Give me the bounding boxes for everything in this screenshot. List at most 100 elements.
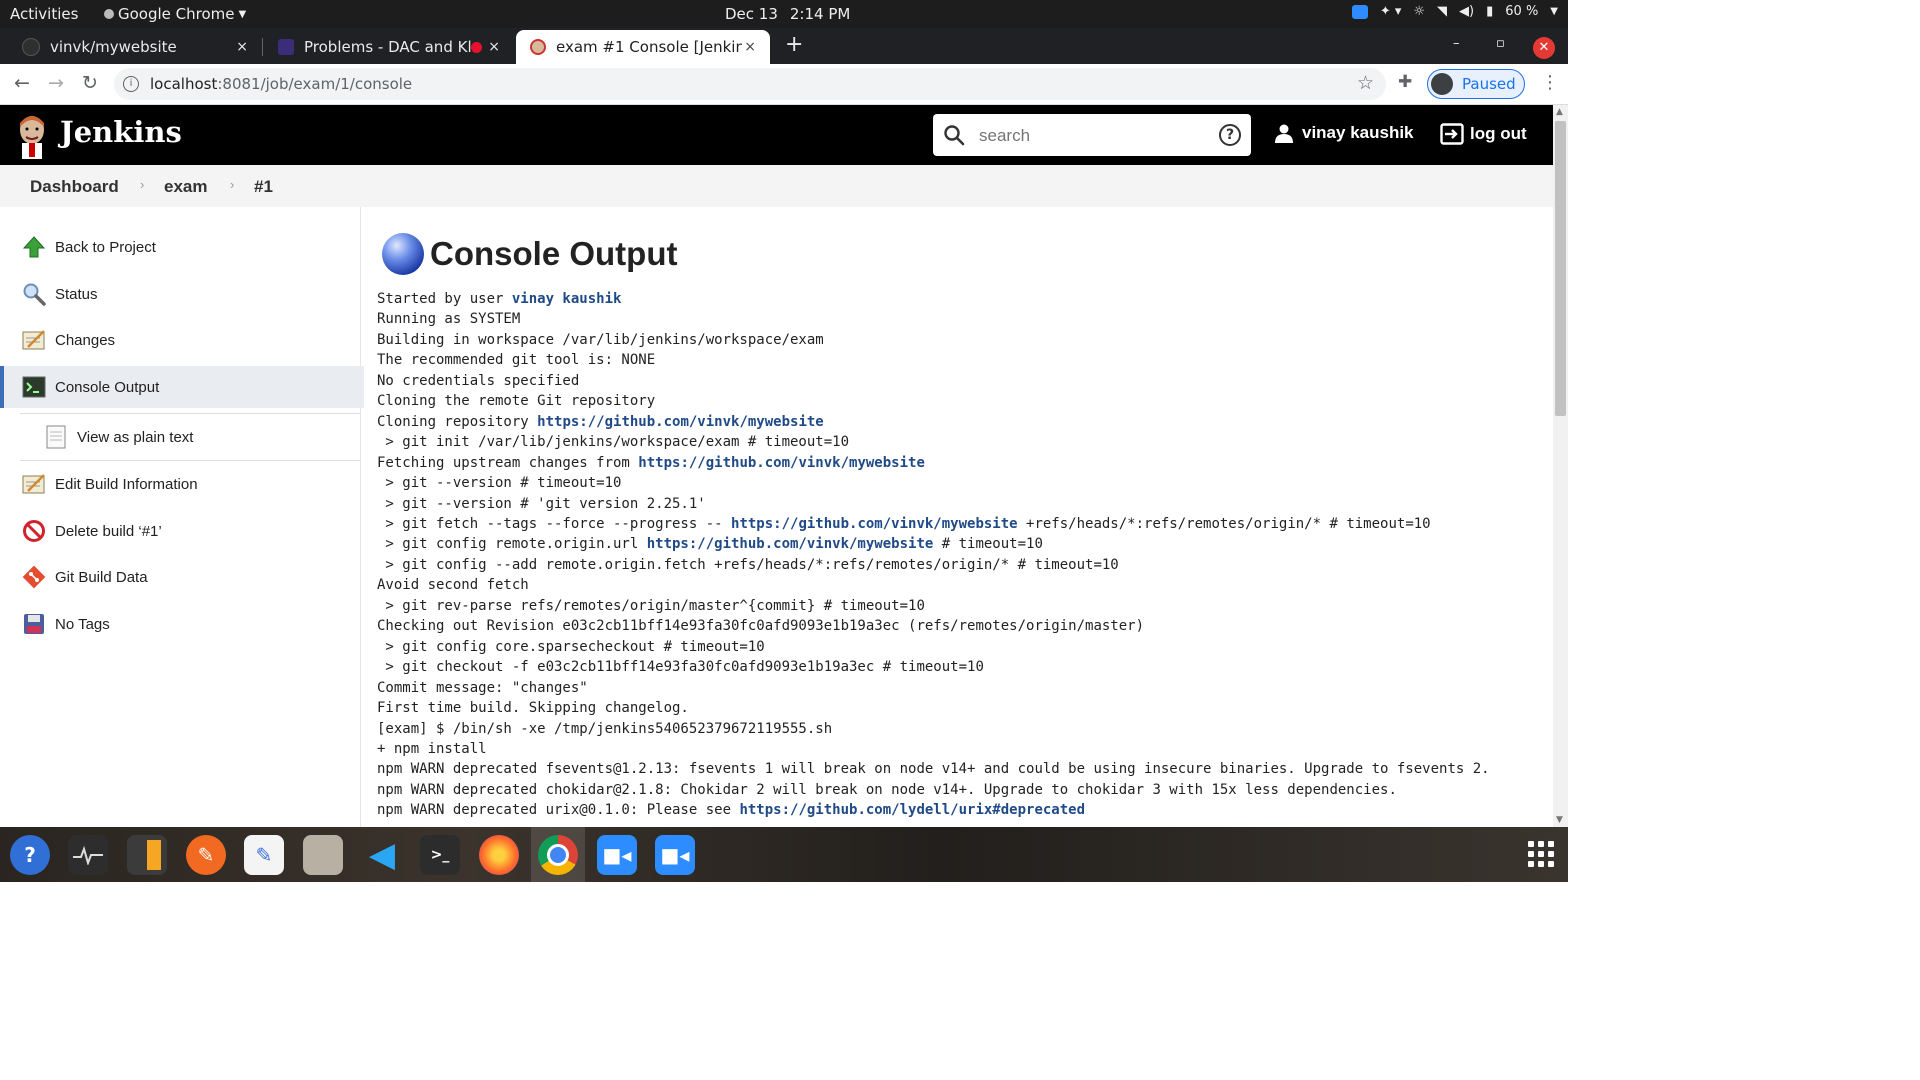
- app-menu[interactable]: Google Chrome ▼: [104, 5, 246, 23]
- back-arrow-icon[interactable]: ←: [14, 72, 30, 94]
- tab-github[interactable]: vinvk/mywebsite ×: [0, 30, 262, 64]
- notepad-icon: [22, 472, 46, 496]
- chevron-down-icon: ▼: [1550, 6, 1558, 17]
- clock[interactable]: Dec 13 2:14 PM: [725, 5, 850, 23]
- extensions-puzzle-icon[interactable]: ✚: [1398, 72, 1412, 92]
- scroll-up-arrow-icon[interactable]: ▲: [1556, 107, 1563, 117]
- scrollbar-thumb[interactable]: [1555, 121, 1566, 416]
- console-link[interactable]: https://github.com/lydell/urix#deprecate…: [739, 802, 1085, 818]
- github-favicon-icon: [22, 38, 40, 56]
- help-app-icon[interactable]: ?: [10, 835, 50, 875]
- text-editor-icon[interactable]: ✎: [244, 835, 284, 875]
- battery-icon: ▮: [1486, 4, 1494, 19]
- reload-icon[interactable]: ↻: [82, 72, 98, 94]
- minimize-window-icon[interactable]: –: [1453, 36, 1460, 51]
- task-label: Back to Project: [55, 238, 156, 256]
- task-console-output[interactable]: Console Output: [0, 366, 364, 408]
- system-monitor-icon[interactable]: [68, 835, 108, 875]
- console-link[interactable]: https://github.com/vinvk/mywebsite: [647, 536, 934, 552]
- system-top-bar: Activities Google Chrome ▼ Dec 13 2:14 P…: [0, 0, 1568, 28]
- site-info-icon[interactable]: i: [123, 76, 139, 92]
- tab-title: exam #1 Console [Jenkins]: [556, 38, 742, 56]
- document-icon: [44, 425, 68, 449]
- zoom-meeting-icon[interactable]: ■◂: [655, 835, 695, 875]
- profile-status: Paused: [1462, 75, 1516, 93]
- console-line: First time build. Skipping changelog.: [377, 700, 689, 717]
- help-icon[interactable]: ?: [1219, 124, 1241, 146]
- battery-level: 60 %: [1505, 4, 1539, 19]
- task-label: Changes: [55, 331, 116, 349]
- jenkins-title[interactable]: Jenkins: [60, 115, 182, 149]
- task-status[interactable]: Status: [0, 273, 360, 315]
- logout-link[interactable]: log out: [1440, 123, 1527, 145]
- browser-menu-icon[interactable]: ⋮: [1541, 72, 1559, 93]
- console-line: > git fetch --tags --force --progress --…: [377, 515, 1431, 532]
- chrome-icon[interactable]: [538, 835, 578, 875]
- bookmark-star-icon[interactable]: ☆: [1357, 72, 1374, 94]
- zoom-tray-icon: [1351, 4, 1368, 19]
- console-link[interactable]: https://github.com/vinvk/mywebsite: [537, 414, 824, 430]
- console-link[interactable]: https://github.com/vinvk/mywebsite: [638, 455, 925, 471]
- console-line: Building in workspace /var/lib/jenkins/w…: [377, 331, 824, 348]
- console-link[interactable]: https://github.com/vinvk/mywebsite: [731, 516, 1018, 532]
- postman-icon[interactable]: ✎: [186, 835, 226, 875]
- browser-toolbar: ← → ↻ i localhost:8081/job/exam/1/consol…: [0, 64, 1568, 105]
- calculator-icon[interactable]: [127, 835, 167, 875]
- task-git-build-data[interactable]: Git Build Data: [0, 556, 360, 598]
- close-tab-icon[interactable]: ×: [744, 39, 756, 55]
- system-tray[interactable]: ✦ ▾ ☼ ◥ ◀) ▮ 60 % ▼: [1351, 4, 1558, 19]
- task-changes[interactable]: Changes: [0, 319, 360, 361]
- show-applications-icon[interactable]: [1528, 841, 1554, 867]
- page-title: Console Output: [382, 233, 677, 275]
- breadcrumb-exam[interactable]: exam: [164, 177, 207, 197]
- task-back-to-project[interactable]: Back to Project: [0, 226, 360, 268]
- console-line: + npm install: [377, 740, 487, 757]
- close-tab-icon[interactable]: ×: [488, 39, 500, 55]
- task-edit-build-information[interactable]: Edit Build Information: [0, 463, 360, 505]
- tab-jenkins-console[interactable]: exam #1 Console [Jenkins] ×: [516, 30, 770, 64]
- jenkins-header: Jenkins ? vinay kaushik log out: [0, 105, 1553, 165]
- console-line: Cloning repository https://github.com/vi…: [377, 413, 824, 430]
- scroll-down-arrow-icon[interactable]: ▼: [1556, 815, 1563, 825]
- files-icon[interactable]: [303, 835, 343, 875]
- address-bar[interactable]: i localhost:8081/job/exam/1/console ☆: [114, 68, 1386, 100]
- dock: ? ✎ ✎ ◀ >_ ■◂ ■◂: [0, 827, 1568, 882]
- vscode-icon[interactable]: ◀: [362, 835, 402, 875]
- logout-icon: [1440, 123, 1464, 145]
- breadcrumb-dashboard[interactable]: Dashboard: [30, 177, 119, 197]
- tab-problems[interactable]: Problems - DAC and Kl ×: [256, 30, 514, 64]
- app-name: Google Chrome: [118, 5, 235, 23]
- forward-arrow-icon[interactable]: →: [48, 72, 64, 94]
- user-link[interactable]: vinay kaushik: [1274, 123, 1414, 143]
- console-link[interactable]: vinay kaushik: [512, 291, 622, 307]
- problems-favicon-icon: [278, 39, 294, 55]
- console-line: Avoid second fetch: [377, 577, 529, 594]
- search-box[interactable]: ?: [933, 114, 1251, 156]
- task-label: Status: [55, 285, 98, 303]
- close-tab-icon[interactable]: ×: [236, 39, 248, 55]
- jenkins-logo-icon[interactable]: [16, 113, 48, 159]
- breadcrumb-build[interactable]: #1: [254, 177, 273, 197]
- tab-title: Problems - DAC and Kl: [304, 38, 472, 56]
- firefox-icon[interactable]: [479, 835, 519, 875]
- activities-button[interactable]: Activities: [10, 5, 78, 23]
- profile-button[interactable]: Paused: [1427, 69, 1525, 99]
- terminal-app-icon[interactable]: >_: [420, 835, 460, 875]
- console-line: Cloning the remote Git repository: [377, 393, 656, 410]
- task-view-plain-text[interactable]: View as plain text: [20, 413, 360, 461]
- chrome-app-icon: [104, 9, 114, 19]
- new-tab-button[interactable]: +: [785, 32, 803, 57]
- restore-window-icon[interactable]: ▫: [1496, 36, 1505, 51]
- zoom-icon[interactable]: ■◂: [597, 835, 637, 875]
- brightness-icon: ☼: [1413, 4, 1426, 19]
- close-window-button[interactable]: ✕: [1533, 37, 1555, 59]
- user-icon: [1275, 124, 1293, 143]
- task-no-tags[interactable]: No Tags: [0, 603, 360, 645]
- task-delete-build[interactable]: Delete build ‘#1’: [0, 510, 360, 552]
- main-panel: Console Output Started by user vinay kau…: [362, 207, 1552, 827]
- search-input[interactable]: [977, 123, 1211, 149]
- task-label: View as plain text: [77, 428, 194, 446]
- console-line: npm WARN deprecated fsevents@1.2.13: fse…: [377, 761, 1490, 778]
- magnifier-icon: [22, 282, 46, 306]
- vertical-scrollbar[interactable]: ▲ ▼: [1553, 105, 1568, 827]
